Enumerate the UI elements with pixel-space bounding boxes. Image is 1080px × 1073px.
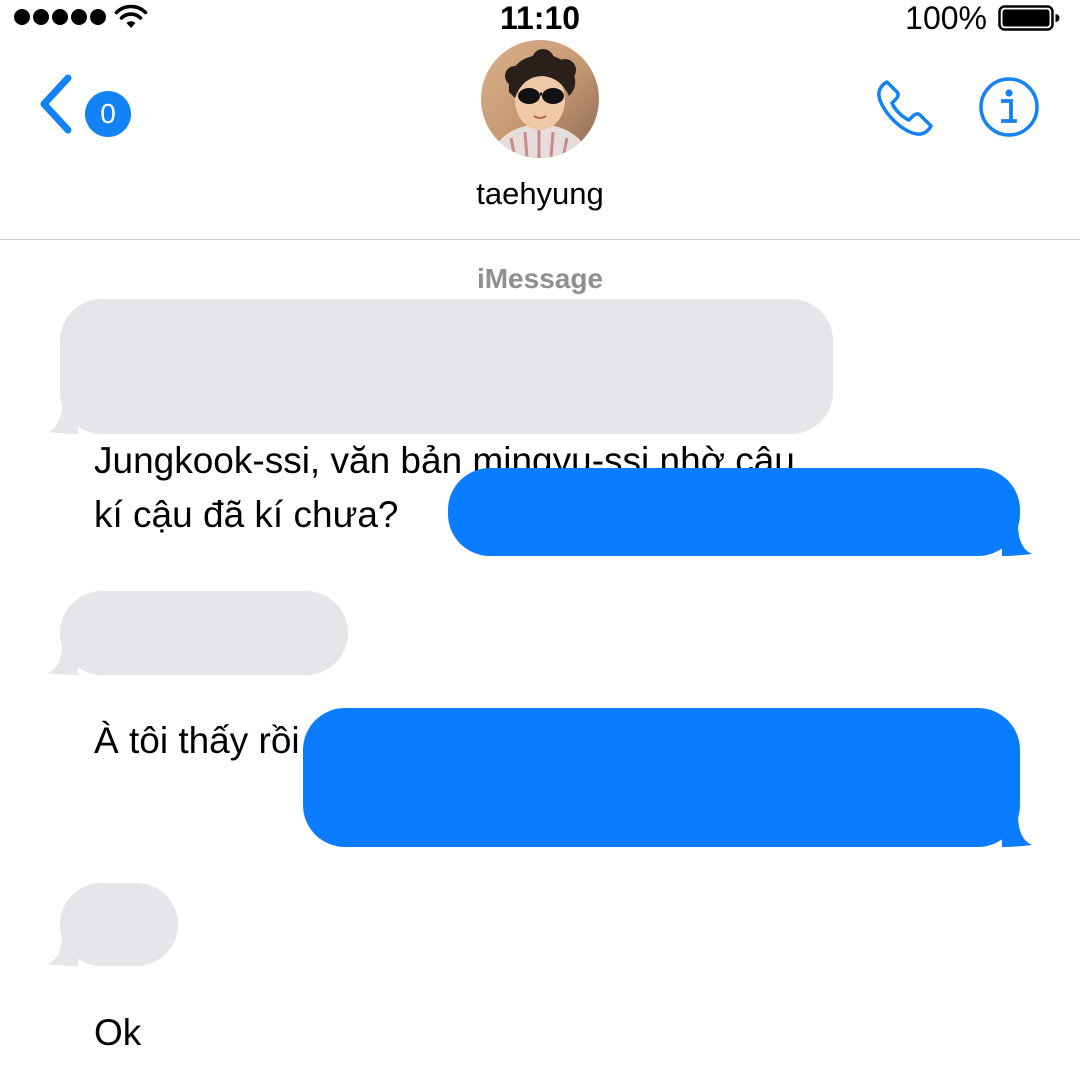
contact-name[interactable]: taehyung (0, 174, 1080, 214)
incoming-message-bubble[interactable]: À tôi thấy rồi (48, 591, 348, 761)
incoming-message-bubble[interactable]: Jungkook-ssi, văn bản mingyu-ssi nhờ cậu… (48, 299, 833, 535)
unread-count-badge: 0 (85, 91, 131, 137)
contact-avatar[interactable] (481, 40, 599, 158)
message-text: À tôi thấy rồi (94, 720, 300, 761)
message-text: Tôi để ở trên bàn của anh rồi (482, 599, 959, 640)
status-bar: 11:10 100% (0, 0, 1080, 40)
messages-screen: 11:10 100% 0 taehyung iMessage Jungkook-… (0, 0, 1080, 1073)
back-button[interactable]: 0 (38, 74, 131, 137)
message-text: Nhắn với mingyu là có lỗi font chữ ở tra… (337, 849, 943, 944)
bubble-tail (1002, 815, 1032, 847)
bubble-tail (48, 643, 78, 675)
message-text: Ok (94, 1012, 142, 1053)
call-button[interactable] (873, 76, 937, 140)
info-button[interactable] (978, 76, 1040, 138)
outgoing-message-bubble[interactable]: Tôi để ở trên bàn của anh rồi (448, 468, 1032, 640)
info-icon (979, 77, 1039, 137)
service-label: iMessage (476, 263, 604, 294)
outgoing-message-bubble[interactable]: Nhắn với mingyu là có lỗi font chữ ở tra… (303, 708, 1032, 944)
battery-percentage: 100% (905, 0, 987, 36)
bubble-tail (48, 402, 78, 434)
bubble-tail (1002, 524, 1032, 556)
avatar-photo (481, 40, 599, 158)
bubble-tail (48, 934, 78, 966)
phone-icon (877, 80, 933, 136)
incoming-message-bubble[interactable]: Ok (48, 883, 178, 1053)
battery-icon (998, 5, 1060, 31)
chevron-left-icon (40, 74, 72, 134)
conversation-header: 0 taehyung (0, 40, 1080, 240)
